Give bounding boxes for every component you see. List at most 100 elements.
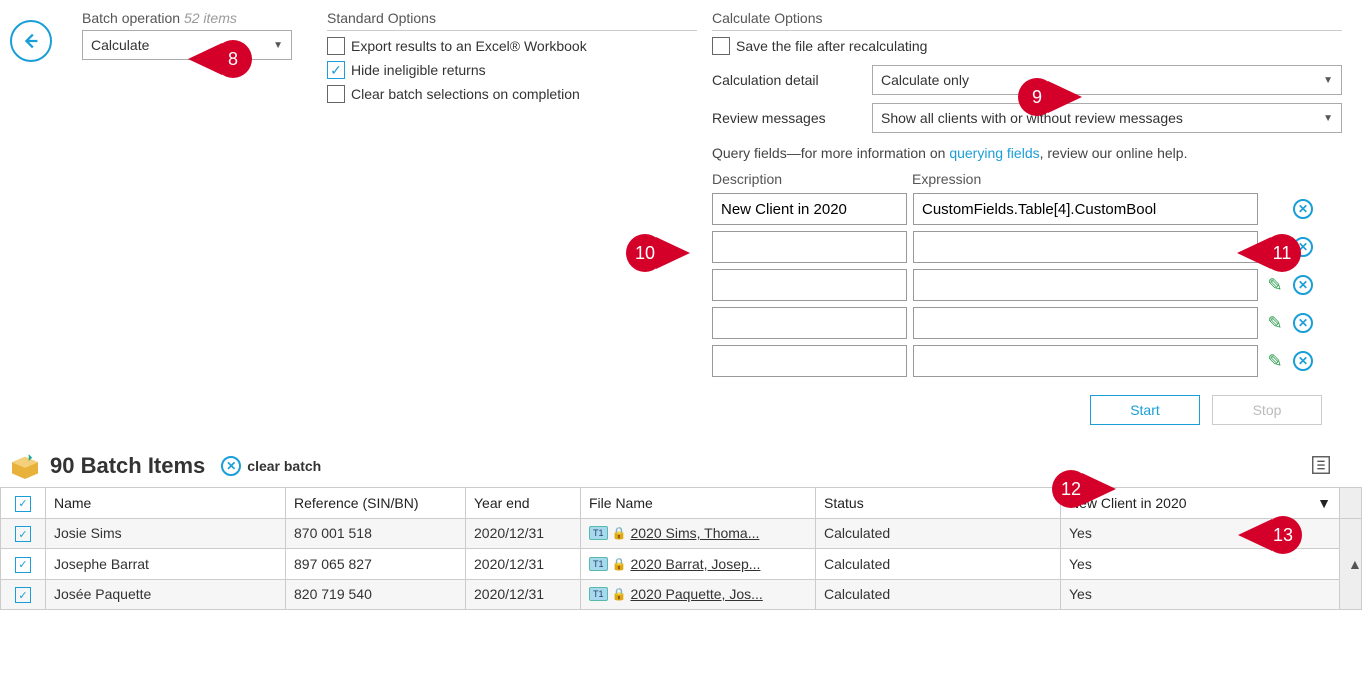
lock-icon: 🔒 (612, 587, 627, 601)
cell-filename: T1 🔒 2020 Barrat, Josep... (581, 549, 816, 580)
query-desc-input-3[interactable] (712, 307, 907, 339)
cell-filename: T1 🔒 2020 Sims, Thoma... (581, 518, 816, 549)
file-type-icon: T1 (589, 587, 608, 601)
query-help-text: Query fields—for more information on que… (712, 145, 1342, 161)
query-desc-input-4[interactable] (712, 345, 907, 377)
cell-yearend: 2020/12/31 (466, 518, 581, 549)
stop-button[interactable]: Stop (1212, 395, 1322, 425)
review-msg-dropdown[interactable]: Show all clients with or without review … (872, 103, 1342, 133)
expression-header: Expression (912, 171, 1262, 187)
cell-status: Calculated (816, 579, 1061, 610)
edit-query-row-1[interactable]: ✎ (1264, 236, 1286, 258)
query-desc-input-2[interactable] (712, 269, 907, 301)
cell-ref: 870 001 518 (286, 518, 466, 549)
export-excel-button[interactable] (1310, 454, 1332, 479)
clear-label: Clear batch selections on completion (351, 86, 580, 102)
select-all-checkbox[interactable]: ✓ (1, 488, 46, 519)
query-desc-input-0[interactable] (712, 193, 907, 225)
checkbox-unchecked-icon (327, 85, 345, 103)
querying-fields-link[interactable]: querying fields (949, 145, 1039, 161)
query-desc-input-1[interactable] (712, 231, 907, 263)
description-header: Description (712, 171, 912, 187)
batch-box-icon (10, 453, 40, 479)
save-checkbox-row[interactable]: Save the file after recalculating (712, 37, 1342, 55)
row-checkbox[interactable]: ✓ (1, 549, 46, 580)
calculate-options-title: Calculate Options (712, 10, 1342, 26)
file-link[interactable]: 2020 Sims, Thoma... (630, 525, 759, 541)
cell-status: Calculated (816, 518, 1061, 549)
checkbox-unchecked-icon (327, 37, 345, 55)
close-icon: ✕ (1293, 199, 1313, 219)
review-msg-value: Show all clients with or without review … (881, 110, 1183, 126)
chevron-down-icon: ▼ (1323, 113, 1333, 124)
table-row[interactable]: ✓ Josephe Barrat 897 065 827 2020/12/31 … (1, 549, 1362, 580)
export-label: Export results to an Excel® Workbook (351, 38, 587, 54)
file-type-icon: T1 (589, 526, 608, 540)
col-status[interactable]: Status (816, 488, 1061, 519)
delete-query-row-2[interactable]: ✕ (1292, 274, 1314, 296)
file-link[interactable]: 2020 Barrat, Josep... (630, 556, 760, 572)
cell-yearend: 2020/12/31 (466, 579, 581, 610)
col-yearend[interactable]: Year end (466, 488, 581, 519)
delete-query-row-4[interactable]: ✕ (1292, 350, 1314, 372)
delete-query-row-1[interactable]: ✕ (1292, 236, 1314, 258)
delete-query-row-3[interactable]: ✕ (1292, 312, 1314, 334)
col-filename[interactable]: File Name (581, 488, 816, 519)
edit-query-row-2[interactable]: ✎ (1264, 274, 1286, 296)
close-icon: ✕ (1293, 351, 1313, 371)
chevron-down-icon: ▼ (273, 40, 283, 51)
hide-label: Hide ineligible returns (351, 62, 486, 78)
row-checkbox[interactable]: ✓ (1, 518, 46, 549)
calc-detail-dropdown[interactable]: Calculate only ▼ (872, 65, 1342, 95)
hide-checkbox-row[interactable]: ✓ Hide ineligible returns (327, 61, 697, 79)
cell-newclient: Yes (1061, 579, 1340, 610)
export-checkbox-row[interactable]: Export results to an Excel® Workbook (327, 37, 697, 55)
batch-items-table: ✓ Name Reference (SIN/BN) Year end File … (0, 487, 1362, 610)
cell-filename: T1 🔒 2020 Paquette, Jos... (581, 579, 816, 610)
calc-detail-label: Calculation detail (712, 72, 862, 88)
cell-newclient: Yes (1061, 518, 1340, 549)
query-expr-input-4[interactable] (913, 345, 1258, 377)
close-icon: ✕ (1293, 275, 1313, 295)
batch-items-title: 90 Batch Items (50, 453, 205, 479)
start-button[interactable]: Start (1090, 395, 1200, 425)
col-newclient[interactable]: New Client in 2020▼ (1061, 488, 1340, 519)
table-row[interactable]: ✓ Josie Sims 870 001 518 2020/12/31 T1 🔒… (1, 518, 1362, 549)
delete-query-row-0[interactable]: ✕ (1292, 198, 1314, 220)
batch-op-label: Batch operation 52 items (82, 10, 312, 26)
edit-query-row-4[interactable]: ✎ (1264, 350, 1286, 372)
pencil-icon: ✎ (1267, 237, 1282, 258)
clear-checkbox-row[interactable]: Clear batch selections on completion (327, 85, 697, 103)
query-expr-input-0[interactable] (913, 193, 1258, 225)
item-count: 52 items (184, 10, 237, 26)
file-type-icon: T1 (589, 557, 608, 571)
row-checkbox[interactable]: ✓ (1, 579, 46, 610)
cell-name: Josée Paquette (46, 579, 286, 610)
edit-query-row-3[interactable]: ✎ (1264, 312, 1286, 334)
chevron-down-icon: ▼ (1323, 75, 1333, 86)
file-link[interactable]: 2020 Paquette, Jos... (630, 586, 762, 602)
query-expr-input-3[interactable] (913, 307, 1258, 339)
checkbox-checked-icon: ✓ (327, 61, 345, 79)
calc-detail-value: Calculate only (881, 72, 969, 88)
col-name[interactable]: Name (46, 488, 286, 519)
query-expr-input-1[interactable] (913, 231, 1258, 263)
scrollbar[interactable]: ▲ (1340, 518, 1362, 610)
pencil-icon: ✎ (1267, 351, 1282, 372)
batch-operation-dropdown[interactable]: Calculate ▼ (82, 30, 292, 60)
review-msg-label: Review messages (712, 110, 862, 126)
close-icon: ✕ (1293, 237, 1313, 257)
back-button[interactable] (10, 20, 52, 62)
clear-batch-button[interactable]: ✕ clear batch (221, 456, 321, 476)
chevron-down-icon: ▼ (1317, 495, 1331, 511)
save-label: Save the file after recalculating (736, 38, 927, 54)
cell-name: Josephe Barrat (46, 549, 286, 580)
col-reference[interactable]: Reference (SIN/BN) (286, 488, 466, 519)
lock-icon: 🔒 (612, 526, 627, 540)
batch-operation-value: Calculate (91, 37, 149, 53)
table-row[interactable]: ✓ Josée Paquette 820 719 540 2020/12/31 … (1, 579, 1362, 610)
query-expr-input-2[interactable] (913, 269, 1258, 301)
cell-status: Calculated (816, 549, 1061, 580)
cell-yearend: 2020/12/31 (466, 549, 581, 580)
close-icon: ✕ (221, 456, 241, 476)
